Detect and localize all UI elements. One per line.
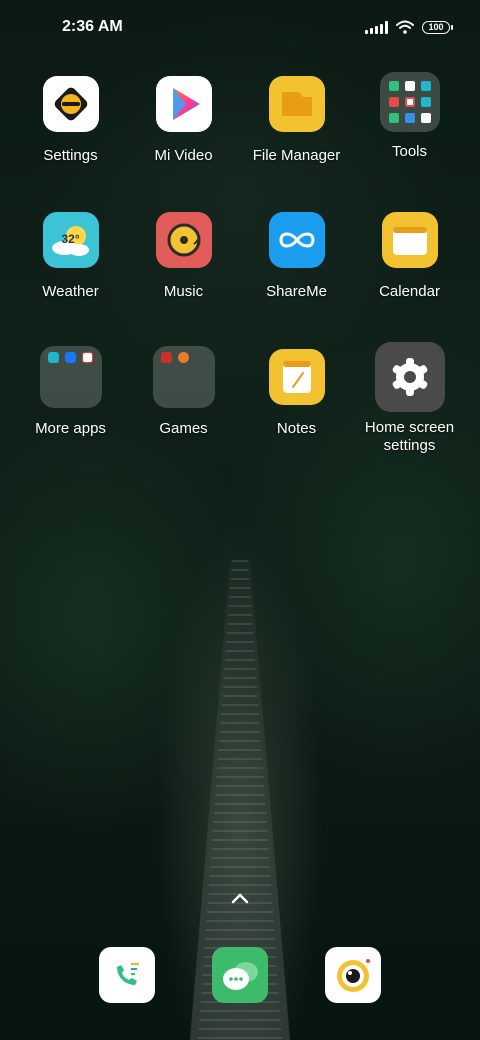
tools-folder-icon [379, 72, 440, 132]
app-label: Mi Video [154, 147, 213, 164]
infinity-icon [268, 212, 325, 268]
chevron-up-icon[interactable] [228, 888, 252, 908]
battery-level: 100 [428, 22, 444, 32]
app-label: Settings [43, 147, 98, 164]
status-icons: 100 [365, 20, 453, 34]
app-home-screen-settings[interactable]: Home screen settings [353, 342, 466, 455]
app-more-apps-folder[interactable]: More apps [14, 346, 127, 438]
status-bar: 2:36 AM 100 [0, 0, 480, 56]
app-games-folder[interactable]: Games [127, 346, 240, 438]
camera-icon [337, 959, 370, 992]
app-label: More apps [35, 420, 106, 437]
notes-icon [268, 349, 325, 405]
app-calendar[interactable]: Calendar [353, 212, 466, 301]
app-shareme[interactable]: ShareMe [240, 212, 353, 301]
app-label: Tools [391, 143, 428, 160]
app-file-manager[interactable]: File Manager [240, 76, 353, 165]
app-tools-folder[interactable]: Tools [353, 72, 466, 161]
weather-temp: 32° [61, 232, 80, 246]
app-music[interactable]: Music [127, 212, 240, 301]
app-weather[interactable]: 32° Weather [14, 212, 127, 301]
app-settings[interactable]: Settings [14, 76, 127, 165]
music-disc-icon [155, 212, 212, 268]
settings-icon [42, 76, 99, 132]
battery-icon: 100 [422, 20, 453, 34]
play-icon [155, 76, 212, 132]
wifi-icon [396, 20, 414, 34]
app-label: ShareMe [266, 283, 327, 300]
app-label: Notes [276, 420, 317, 437]
dock-messages[interactable] [212, 947, 268, 1003]
app-label: File Manager [252, 147, 341, 164]
status-time: 2:36 AM [62, 18, 123, 35]
app-notes[interactable]: Notes [240, 349, 353, 438]
phone-icon [117, 963, 139, 985]
dock-camera[interactable] [325, 947, 381, 1003]
app-label: Weather [42, 283, 99, 300]
games-folder-icon [152, 346, 215, 408]
folder-icon [268, 76, 325, 132]
app-label: Music [163, 283, 204, 300]
more-apps-folder-icon [39, 346, 102, 408]
calendar-icon [381, 212, 438, 268]
app-label: Games [159, 420, 208, 437]
messages-icon [223, 962, 258, 990]
gear-icon [374, 342, 445, 412]
dock-phone[interactable] [99, 947, 155, 1003]
app-label: Calendar [379, 283, 440, 300]
app-mi-video[interactable]: Mi Video [127, 76, 240, 165]
weather-icon: 32° [42, 212, 99, 268]
signal-icon [365, 20, 388, 34]
app-label: Home screen settings [364, 419, 455, 454]
